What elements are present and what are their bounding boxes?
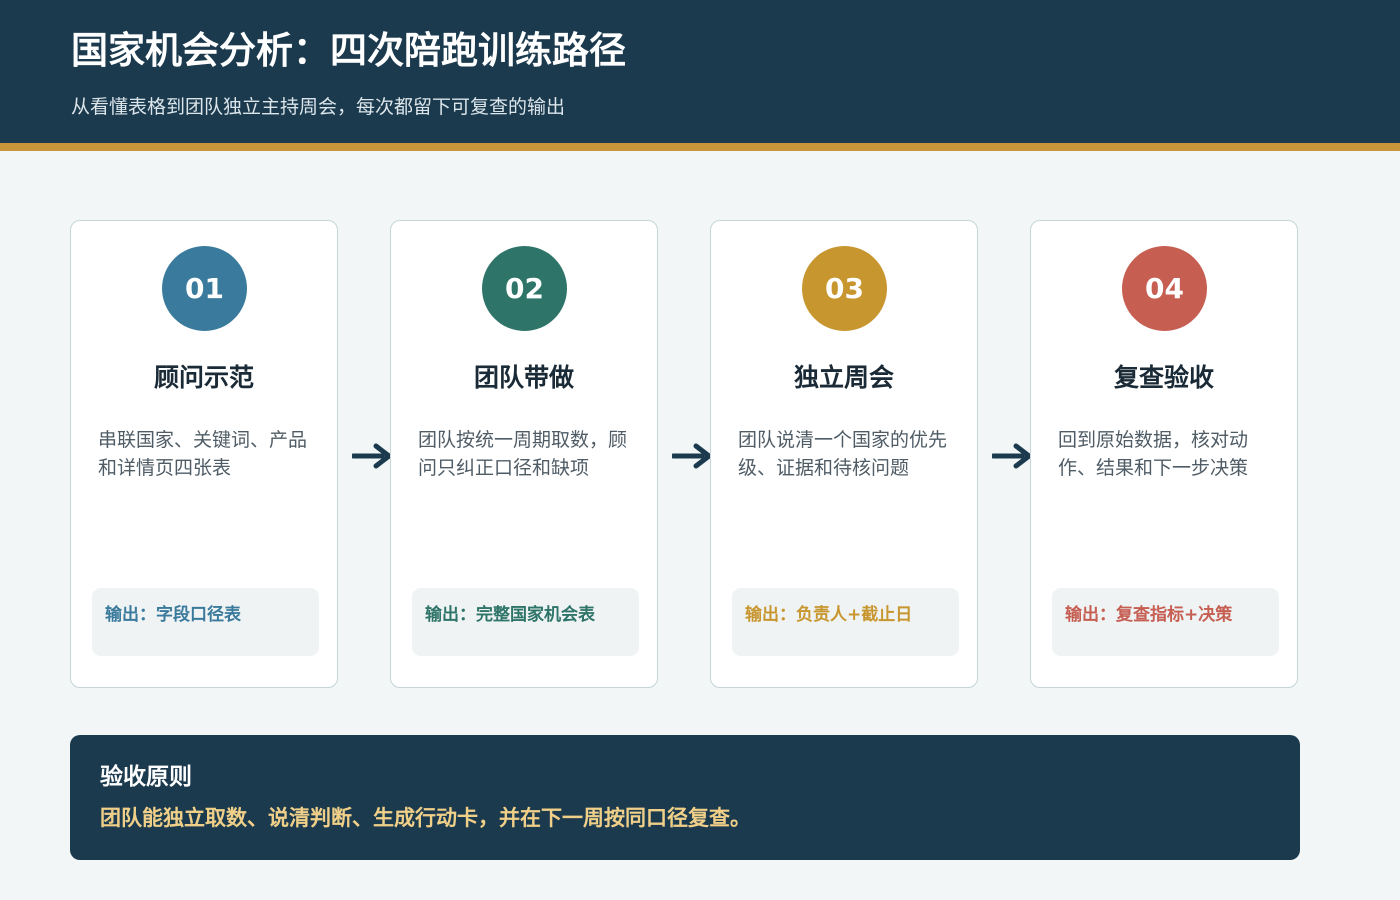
- step-output-4: 输出：复查指标+决策: [1065, 605, 1233, 625]
- step-description-4: 回到原始数据，核对动作、结果和下一步决策: [1058, 429, 1249, 479]
- step-output-1: 输出：字段口径表: [105, 605, 241, 625]
- arrow-right-icon: [672, 443, 712, 469]
- step-title-2: 团队带做: [473, 363, 574, 392]
- step-output-box-2: 输出：完整国家机会表: [412, 588, 639, 656]
- step-output-3: 输出：负责人+截止日: [745, 605, 913, 625]
- step-card-3: 03 独立周会 团队说清一个国家的优先级、证据和待核问题 输出：负责人+截止日: [710, 220, 978, 688]
- step-badge-1: 01: [162, 246, 247, 331]
- step-card-2: 02 团队带做 团队按统一周期取数，顾问只纠正口径和缺项 输出：完整国家机会表: [390, 220, 658, 688]
- step-description-1: 串联国家、关键词、产品和详情页四张表: [98, 429, 308, 479]
- arrow-right-icon: [992, 443, 1032, 469]
- principle-title: 验收原则: [100, 764, 192, 790]
- page-header: 国家机会分析：四次陪跑训练路径 从看懂表格到团队独立主持周会，每次都留下可复查的…: [0, 0, 1400, 143]
- arrow-right-icon: [352, 443, 392, 469]
- page-subtitle: 从看懂表格到团队独立主持周会，每次都留下可复查的输出: [71, 96, 566, 118]
- principle-text: 团队能独立取数、说清判断、生成行动卡，并在下一周按同口径复查。: [100, 806, 751, 830]
- step-output-2: 输出：完整国家机会表: [425, 605, 595, 625]
- step-card-4: 04 复查验收 回到原始数据，核对动作、结果和下一步决策 输出：复查指标+决策: [1030, 220, 1298, 688]
- step-output-box-3: 输出：负责人+截止日: [732, 588, 959, 656]
- step-title-3: 独立周会: [793, 363, 894, 392]
- step-title-4: 复查验收: [1113, 363, 1214, 392]
- step-title-1: 顾问示范: [153, 363, 254, 392]
- step-description-3: 团队说清一个国家的优先级、证据和待核问题: [738, 429, 948, 479]
- header-accent-stripe: [0, 143, 1400, 151]
- step-output-box-1: 输出：字段口径表: [92, 588, 319, 656]
- page-title: 国家机会分析：四次陪跑训练路径: [71, 29, 626, 72]
- step-badge-2: 02: [482, 246, 567, 331]
- step-description-2: 团队按统一周期取数，顾问只纠正口径和缺项: [418, 429, 628, 479]
- step-card-1: 01 顾问示范 串联国家、关键词、产品和详情页四张表 输出：字段口径表: [70, 220, 338, 688]
- step-output-box-4: 输出：复查指标+决策: [1052, 588, 1279, 656]
- step-badge-3: 03: [802, 246, 887, 331]
- acceptance-principle-panel: 验收原则 团队能独立取数、说清判断、生成行动卡，并在下一周按同口径复查。: [70, 735, 1300, 860]
- step-badge-4: 04: [1122, 246, 1207, 331]
